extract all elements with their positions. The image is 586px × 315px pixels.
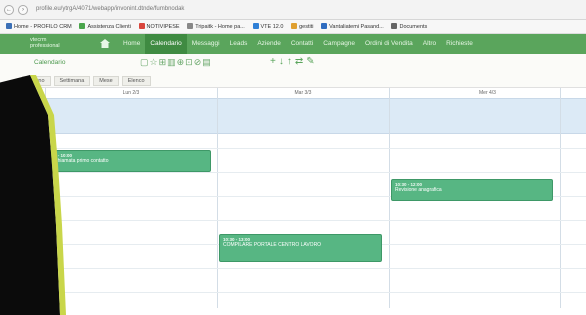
menu-item-contatti[interactable]: Contatti [286, 34, 318, 54]
bookmark-icon [138, 23, 145, 29]
grid-line [0, 172, 586, 173]
grid-line [217, 88, 218, 308]
bookmark-label: gestiti [299, 24, 314, 30]
bookmark-icon [391, 23, 398, 29]
bookmarks-bar: Home - PROFILO CRM Assistenza Clienti NO… [0, 20, 586, 34]
all-day-row[interactable] [0, 98, 586, 134]
back-icon[interactable]: ← [4, 5, 14, 15]
menu-item-ordini[interactable]: Ordini di Vendita [360, 34, 418, 54]
module-title: Calendario [34, 59, 66, 66]
bookmark-label: Home - PROFILO CRM [14, 24, 72, 30]
bookmark-item[interactable]: Assistenza Clienti [79, 23, 131, 30]
bookmark-icon [79, 23, 86, 29]
menu-item-altro[interactable]: Altro [418, 34, 441, 54]
toolbar-action-icons[interactable]: +↓↑⇄✎ [270, 56, 318, 67]
bookmark-label: Documents [399, 24, 428, 30]
browser-url-bar: ← › profile.eu/ytrgA/4071/webapp/invonin… [0, 0, 586, 20]
bookmark-label: NOTIVIPESE [146, 24, 180, 30]
grid-line [0, 220, 586, 221]
url-input[interactable]: profile.eu/ytrgA/4071/webapp/invonint.dt… [36, 6, 184, 12]
home-icon[interactable] [100, 39, 110, 48]
column-header: Lun 2/3 [122, 90, 140, 96]
menu-item-campagne[interactable]: Campagne [318, 34, 360, 54]
calendar-grid: Lun 2/3 Mar 3/3 Mer 4/3 8 - 10:00 Chiama… [0, 88, 586, 308]
menu-item-leads[interactable]: Leads [225, 34, 253, 54]
grid-line [560, 88, 561, 308]
calendar-event[interactable]: 8 - 10:00 Chiamata primo contatto [50, 150, 211, 172]
calendar-event[interactable]: 10:30 - 12:00 Revisione anagrafica [391, 179, 553, 201]
bookmark-label: VTE 12.0 [260, 24, 284, 30]
grid-line [389, 88, 390, 308]
bookmark-item[interactable]: Documents [391, 23, 427, 30]
app-logo[interactable]: vtecrm professional [30, 37, 60, 49]
app-nav-bar: vtecrm professional Home Calendario Messag… [0, 34, 586, 54]
bookmark-item[interactable]: gestiti [291, 23, 314, 30]
bookmark-icon [321, 23, 328, 29]
event-title: Revisione anagrafica [395, 187, 442, 193]
calendar-toolbar: Calendario ▢☆⊞▥⊕⊡⊘▤ +↓↑⇄✎ GiornoSettiman… [0, 54, 586, 88]
column-header: Mar 3/3 [294, 90, 312, 96]
view-month-button[interactable]: Mese [93, 76, 119, 86]
menu-item-home[interactable]: Home [118, 34, 145, 54]
bookmark-item[interactable]: Home - PROFILO CRM [6, 23, 72, 30]
bookmark-icon [6, 23, 12, 29]
event-title: COMPILARE PORTALE CENTRO LAVORO [223, 242, 322, 248]
bookmark-item[interactable]: VTE 12.0 [252, 23, 284, 30]
bookmark-icon [252, 23, 259, 29]
menu-item-aziende[interactable]: Aziende [252, 34, 286, 54]
person-silhouette [0, 75, 66, 315]
menu-item-calendario[interactable]: Calendario [145, 34, 187, 54]
bookmark-item[interactable]: NOTIVIPESE [138, 23, 180, 30]
menu-item-richieste[interactable]: Richieste [441, 34, 478, 54]
bookmark-icon [187, 23, 194, 29]
grid-line [0, 148, 586, 149]
column-header: Mer 4/3 [479, 90, 496, 96]
bookmark-label: Tripaitk - Home pa... [195, 24, 245, 30]
grid-line [0, 292, 586, 293]
toolbar-icons[interactable]: ▢☆⊞▥⊕⊡⊘▤ [140, 57, 212, 68]
main-menu: Home Calendario Messaggi Leads Aziende Contat… [118, 34, 478, 54]
bookmark-label: Vantaliatemi Pasand... [329, 24, 384, 30]
bookmark-item[interactable]: Tripaitk - Home pa... [187, 23, 245, 30]
menu-item-messaggi[interactable]: Messaggi [187, 34, 225, 54]
calendar-event[interactable]: 10:30 - 13:00 COMPILARE PORTALE CENTRO L… [219, 234, 382, 262]
bookmark-label: Assistenza Clienti [87, 24, 131, 30]
logo-line-2: professional [30, 43, 60, 49]
forward-icon[interactable]: › [18, 5, 28, 15]
bookmark-icon [291, 23, 298, 29]
view-list-button[interactable]: Elenco [121, 76, 151, 86]
bookmark-item[interactable]: Vantaliatemi Pasand... [321, 23, 384, 30]
event-title: Chiamata primo contatto [54, 158, 109, 164]
grid-line [0, 268, 586, 269]
